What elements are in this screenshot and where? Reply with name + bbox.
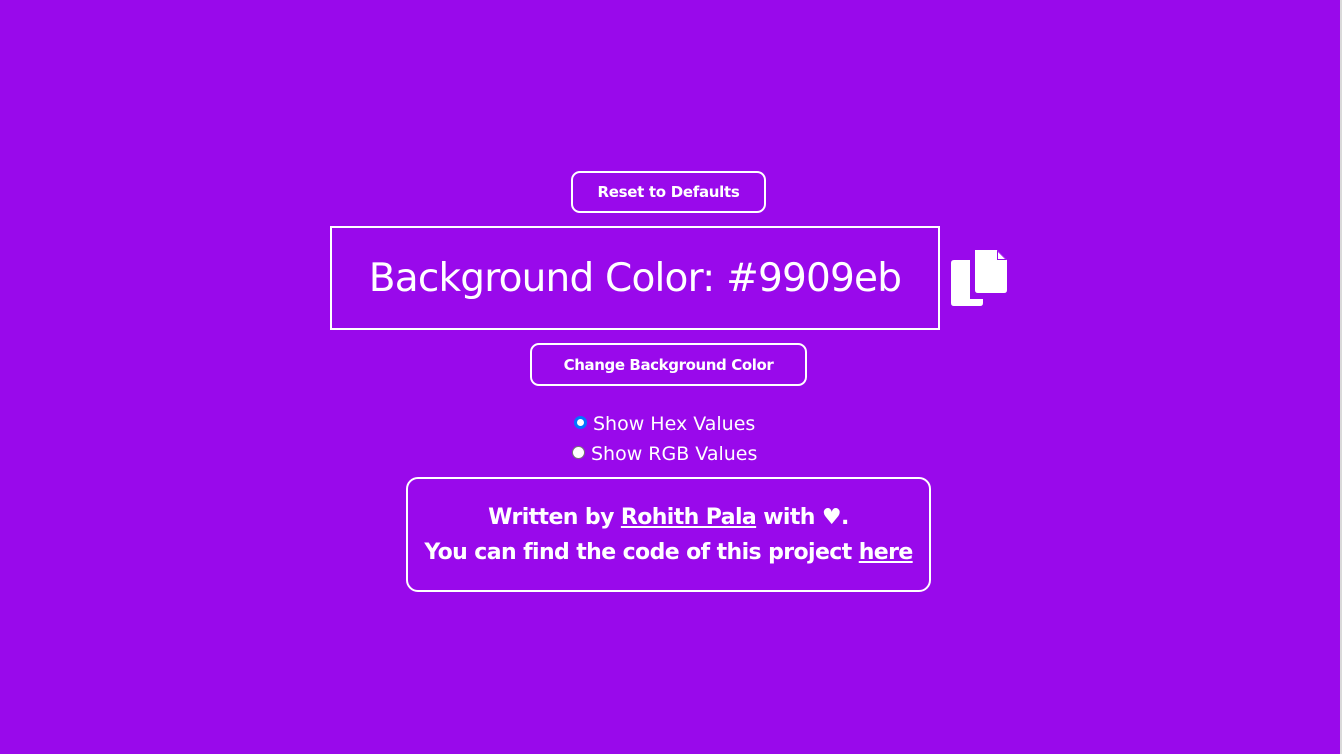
with-text: with [763, 504, 815, 530]
background-color-display: Background Color: #9909eb [330, 226, 940, 330]
show-rgb-radio[interactable] [572, 445, 585, 459]
show-rgb-option[interactable]: Show RGB Values [572, 443, 757, 465]
show-hex-label[interactable]: Show Hex Values [593, 413, 755, 435]
written-by-text: Written by [488, 504, 614, 530]
source-text: You can find the code of this project [424, 539, 852, 565]
app-page: Reset to Defaults Background Color: #990… [0, 0, 1342, 754]
show-rgb-label[interactable]: Show RGB Values [591, 443, 757, 465]
copy-icon-graphic [951, 250, 1007, 306]
source-code-link[interactable]: here [859, 540, 914, 565]
reset-to-defaults-button[interactable]: Reset to Defaults [571, 171, 766, 213]
heart-icon: ♥. [821, 504, 849, 530]
credits-box: Written by Rohith Pala with ♥. You can f… [406, 477, 931, 592]
credits-line: Written by Rohith Pala with ♥. [488, 500, 849, 535]
background-color-value: #9909eb [726, 255, 902, 301]
background-color-prefix: Background Color: [368, 255, 716, 301]
show-hex-option[interactable]: Show Hex Values [574, 413, 755, 435]
change-background-color-button[interactable]: Change Background Color [530, 343, 807, 386]
show-hex-radio[interactable] [574, 415, 587, 429]
author-link[interactable]: Rohith Pala [621, 505, 757, 530]
copy-icon[interactable] [950, 248, 1008, 306]
source-line: You can find the code of this project he… [424, 535, 914, 570]
